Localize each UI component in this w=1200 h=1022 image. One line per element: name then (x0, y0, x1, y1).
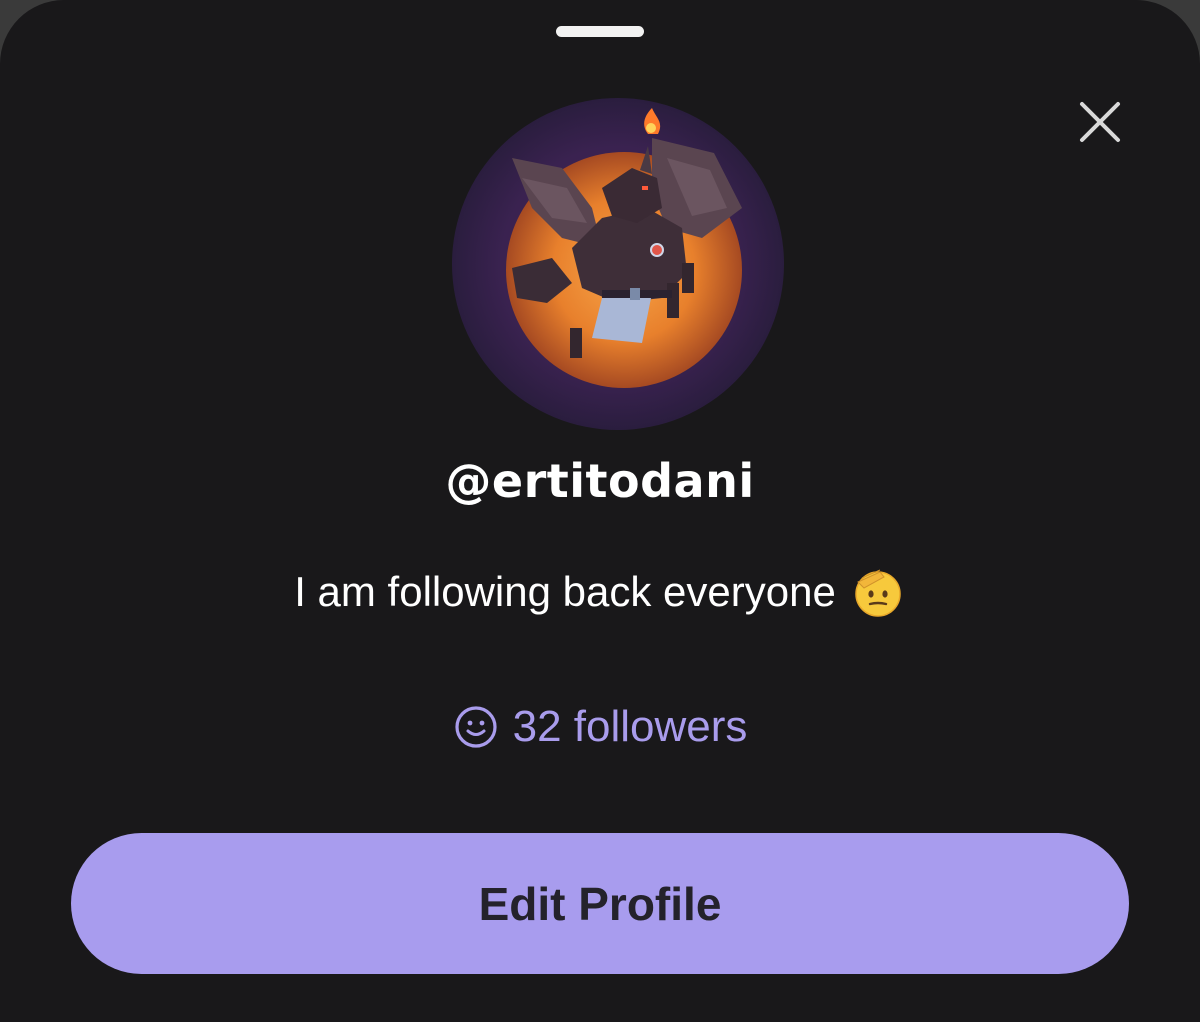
followers-count: 32 followers (512, 702, 748, 751)
bio-text: I am following back everyone (294, 568, 836, 615)
followers-link[interactable]: 32 followers (0, 702, 1200, 752)
edit-profile-button[interactable]: Edit Profile (71, 833, 1129, 974)
bio-row: I am following back everyone (0, 564, 1200, 620)
close-button[interactable] (1070, 92, 1130, 152)
smiley-icon (453, 704, 499, 750)
close-icon (1080, 102, 1120, 142)
avatar[interactable] (452, 98, 784, 430)
saluting-face-emoji-icon (850, 564, 906, 620)
sheet-grabber-handle[interactable] (556, 26, 644, 37)
pixel-art-winged-unicorn-avatar (452, 98, 784, 430)
profile-sheet: @ertitodani I am following back everyone (0, 0, 1200, 1022)
username: @ertitodani (445, 454, 755, 508)
